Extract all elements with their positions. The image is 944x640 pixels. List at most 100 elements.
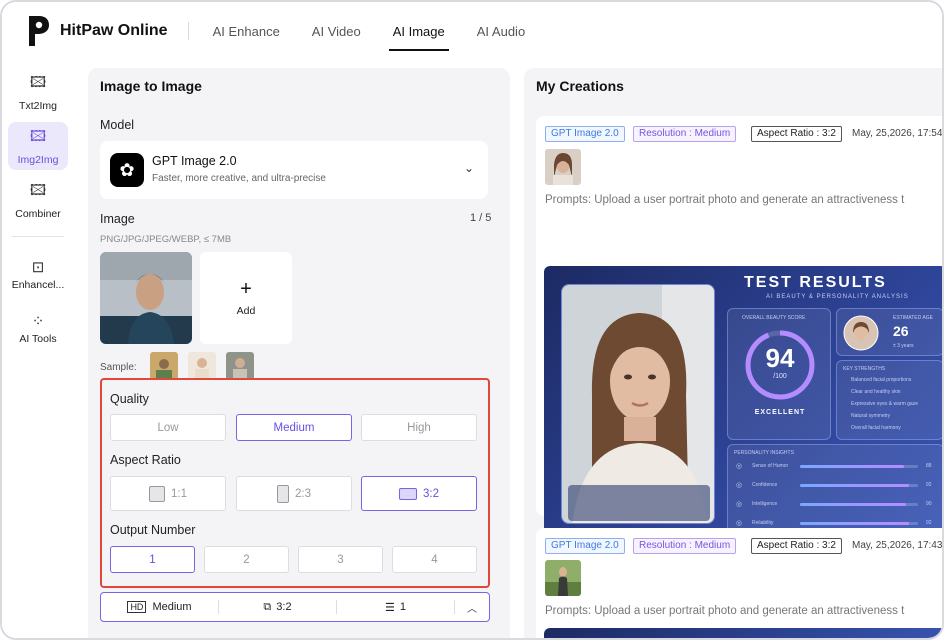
- sample-thumbnail: [226, 352, 254, 380]
- chevron-up-icon[interactable]: ︿: [455, 600, 489, 615]
- creation-card[interactable]: GPT Image 2.0 Resolution : Medium Aspect…: [536, 528, 943, 638]
- add-image-button[interactable]: + Add: [200, 252, 292, 344]
- generated-result-image[interactable]: [544, 628, 942, 638]
- source-thumbnail[interactable]: [545, 149, 581, 185]
- insight-bar-fill: [800, 465, 904, 468]
- output-1-option[interactable]: 1: [110, 546, 195, 573]
- output-3-option[interactable]: 3: [298, 546, 383, 573]
- header-divider: [187, 22, 189, 40]
- grid-plus-icon: ⁘: [31, 312, 45, 330]
- model-name: GPT Image 2.0: [152, 154, 237, 168]
- generated-result-image[interactable]: TEST RESULTS AI BEAUTY & PERSONALITY ANA…: [544, 266, 942, 552]
- summary-count[interactable]: ☰ 1: [337, 601, 454, 614]
- nav-ai-enhance[interactable]: AI Enhance: [213, 18, 280, 45]
- summary-ratio-value: 3:2: [276, 601, 292, 613]
- insight-icon: ◎: [736, 463, 743, 470]
- result-portrait: [561, 284, 715, 524]
- portrait-man-image: [100, 252, 192, 344]
- sample-thumbnail: [150, 352, 178, 380]
- sidebar-divider: [12, 236, 64, 237]
- sample-label: Sample:: [100, 362, 137, 373]
- summary-count-value: 1: [399, 601, 406, 613]
- sidebar-item-combiner[interactable]: 🖾 Combiner: [8, 176, 68, 224]
- aspect-1-1-option[interactable]: 1:1: [110, 476, 226, 511]
- insights-label: PERSONALITY INSIGHTS: [734, 450, 794, 456]
- beauty-score-card: OVERALL BEAUTY SCORE 94 /100 EXCELLENT: [727, 308, 831, 440]
- avatar: [843, 315, 879, 351]
- sample-image-2[interactable]: [188, 352, 216, 380]
- sidebar-item-ai-tools[interactable]: ⁘ AI Tools: [8, 304, 68, 352]
- square-ratio-icon: [149, 485, 165, 502]
- creation-date: May, 25,2026, 17:43: [852, 540, 943, 551]
- insight-icon: ◎: [736, 501, 743, 508]
- result-subtitle: AI BEAUTY & PERSONALITY ANALYSIS: [766, 294, 909, 300]
- creation-card[interactable]: GPT Image 2.0 Resolution : Medium Aspect…: [536, 116, 942, 552]
- quality-low-option[interactable]: Low: [110, 414, 226, 441]
- estimated-age-card: ESTIMATED AGE 26 ± 3 years: [836, 308, 942, 356]
- result-title: TEST RESULTS: [744, 274, 887, 291]
- image-icon: 🖾: [29, 182, 47, 199]
- nav-ai-audio[interactable]: AI Audio: [477, 18, 525, 45]
- output-2-option[interactable]: 2: [204, 546, 289, 573]
- insight-value: 90: [926, 501, 932, 507]
- insight-name: Reliability: [752, 520, 774, 526]
- model-select[interactable]: ✿ GPT Image 2.0 Faster, more creative, a…: [100, 141, 488, 199]
- model-tag: GPT Image 2.0: [545, 126, 625, 142]
- hd-icon: HD: [127, 601, 147, 613]
- landscape-ratio-icon: [399, 487, 417, 500]
- aspect-2-3-option[interactable]: 2:3: [236, 476, 352, 511]
- source-thumbnail[interactable]: [545, 560, 581, 596]
- brand-name: HitPaw Online: [60, 22, 168, 39]
- sample-thumbnail: [188, 352, 216, 380]
- strength-item: Balanced facial proportions: [851, 377, 912, 383]
- aspect-3-2-option[interactable]: 3:2: [361, 476, 477, 511]
- panel-title: Image to Image: [100, 78, 202, 94]
- prompt-text: Prompts: Upload a user portrait photo an…: [545, 194, 905, 206]
- output-4-option[interactable]: 4: [392, 546, 477, 573]
- quality-high-option[interactable]: High: [361, 414, 477, 441]
- score-max: /100: [773, 373, 787, 380]
- insight-bar-fill: [800, 503, 907, 506]
- strengths-label: KEY STRENGTHS: [843, 366, 886, 372]
- insight-name: Confidence: [752, 482, 778, 488]
- sidebar-item-label: Combiner: [15, 208, 61, 220]
- brand-logo[interactable]: HitPaw Online: [26, 14, 168, 48]
- age-value: 26: [893, 323, 909, 339]
- settings-summary-bar[interactable]: HD Medium ⧉ 3:2 ☰ 1 ︿: [100, 592, 490, 622]
- sample-image-3[interactable]: [226, 352, 254, 380]
- nav-ai-video[interactable]: AI Video: [312, 18, 361, 45]
- nav-ai-image[interactable]: AI Image: [388, 18, 449, 51]
- uploaded-image-thumbnail[interactable]: [100, 252, 192, 344]
- image-label: Image: [100, 212, 135, 226]
- strength-item: Expressive eyes & warm gaze: [851, 401, 918, 407]
- age-range: ± 3 years: [893, 343, 914, 349]
- sidebar-item-label: Enhancel...: [11, 278, 65, 291]
- insight-bar-fill: [800, 484, 909, 487]
- option-label: 1:1: [171, 487, 187, 500]
- insight-value: 92: [926, 482, 932, 488]
- insight-bar-fill: [800, 522, 909, 525]
- insight-name: Intelligence: [752, 501, 778, 507]
- summary-ratio[interactable]: ⧉ 3:2: [219, 601, 336, 614]
- summary-quality[interactable]: HD Medium: [101, 601, 218, 613]
- top-header: HitPaw Online AI Enhance AI Video AI Ima…: [2, 2, 942, 60]
- ratio-icon: ⧉: [263, 600, 272, 613]
- model-description: Faster, more creative, and ultra-precise: [152, 173, 326, 184]
- portrait-outdoor-image: [545, 560, 581, 596]
- left-sidebar: 🖾 Txt2Img 🖾 Img2Img 🖾 Combiner ⊡ Enhance…: [2, 60, 74, 638]
- strength-item: Natural symmetry: [851, 413, 891, 419]
- sidebar-item-enhancer[interactable]: ⊡ Enhancel...: [8, 250, 68, 298]
- hitpaw-logo-icon: [29, 16, 49, 46]
- strength-item: Overall facial harmony: [851, 425, 901, 431]
- sidebar-item-img2img[interactable]: 🖾 Img2Img: [8, 122, 68, 170]
- image-count: 1 / 5: [470, 212, 492, 224]
- add-label: Add: [236, 305, 256, 317]
- sample-image-1[interactable]: [150, 352, 178, 380]
- sidebar-item-label: Txt2Img: [19, 100, 57, 112]
- app-window: HitPaw Online AI Enhance AI Video AI Ima…: [0, 0, 944, 640]
- quality-medium-option[interactable]: Medium: [236, 414, 352, 441]
- portrait-woman-image: [562, 285, 714, 523]
- insight-icon: ◎: [736, 482, 743, 489]
- prompt-text: Prompts: Upload a user portrait photo an…: [545, 605, 905, 617]
- sidebar-item-txt2img[interactable]: 🖾 Txt2Img: [8, 68, 68, 116]
